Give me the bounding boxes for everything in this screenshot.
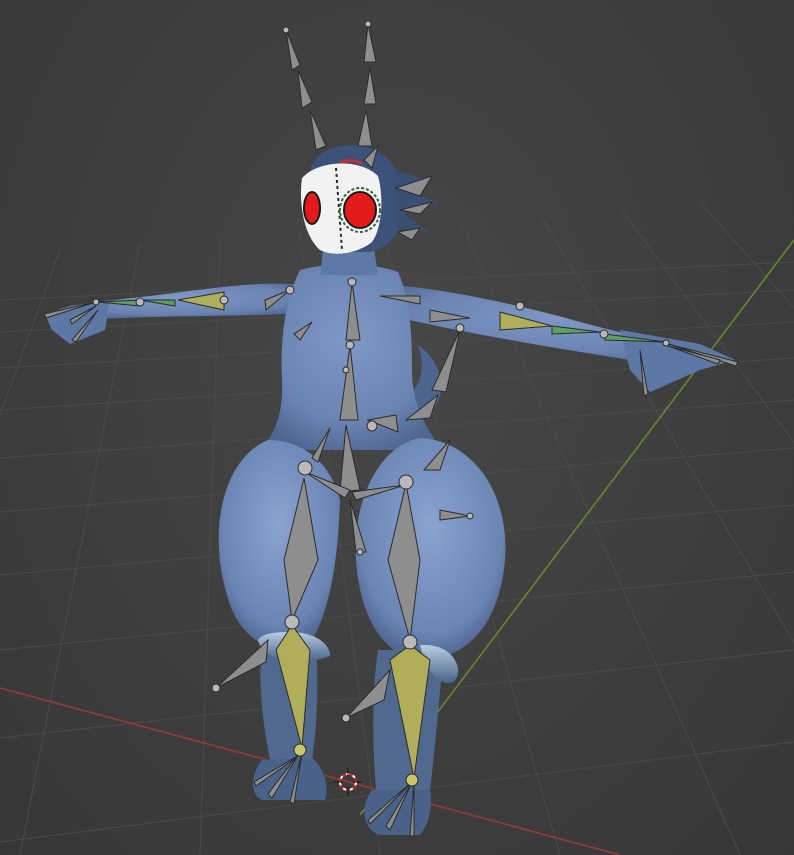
3d-viewport[interactable] — [0, 0, 794, 855]
left-eye — [303, 191, 321, 225]
bone-antenna-right-3[interactable] — [357, 109, 373, 147]
bone-antenna-right-2[interactable] — [363, 67, 377, 105]
bone-antenna-right-1[interactable] — [363, 23, 377, 63]
hair-spikes — [392, 170, 440, 232]
right-eye — [343, 191, 377, 229]
viewport-canvas[interactable] — [0, 0, 794, 855]
bone-antenna-left-2[interactable] — [297, 69, 313, 109]
left-thigh — [218, 440, 340, 650]
bone-knee-side-left[interactable] — [215, 638, 269, 689]
bone-antenna-left-3[interactable] — [309, 109, 327, 151]
right-thigh — [355, 438, 506, 660]
bone-rib-right[interactable] — [431, 329, 461, 393]
bone-antenna-left-1[interactable] — [285, 29, 301, 71]
bone-hair-3[interactable] — [396, 227, 422, 241]
